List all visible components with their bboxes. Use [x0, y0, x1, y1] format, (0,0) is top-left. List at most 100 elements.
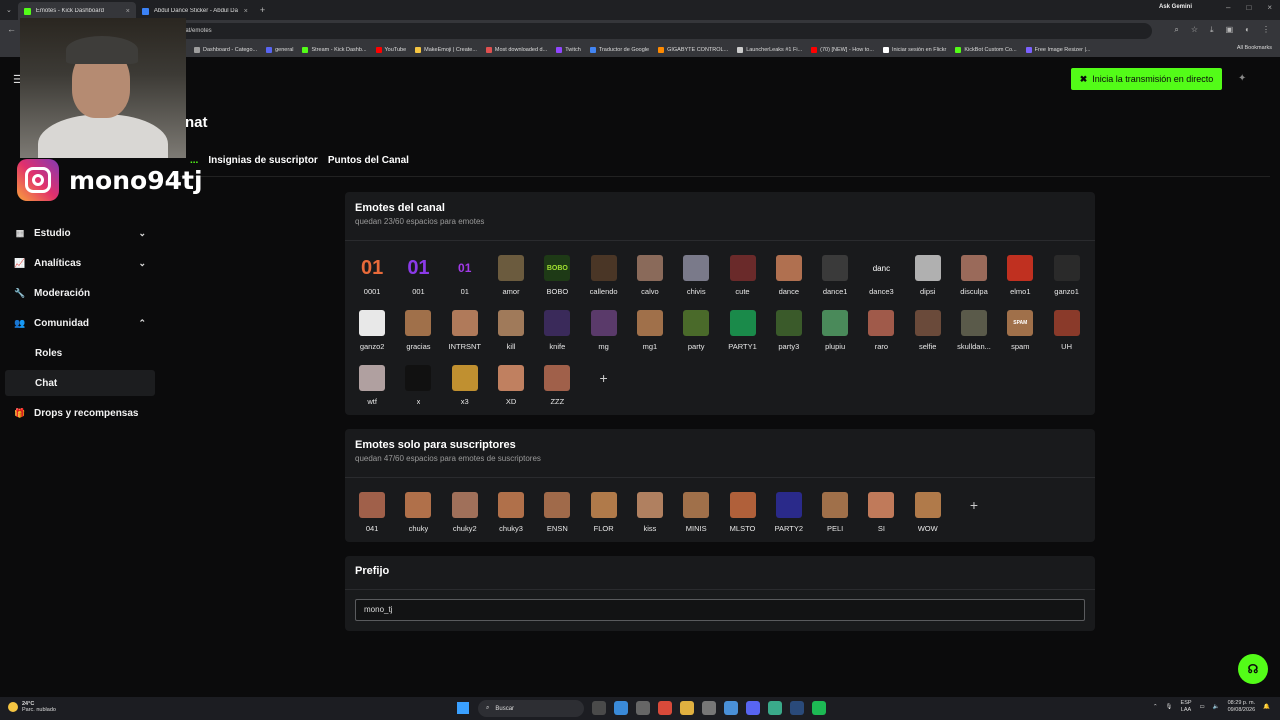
settings-app-icon[interactable]: [636, 701, 650, 715]
emote-ensn[interactable]: ENSN: [534, 480, 580, 535]
bookmark-item[interactable]: Most downloaded d...: [485, 46, 547, 53]
sidebar-item-estudio[interactable]: ▦ Estudio ⌄: [14, 222, 154, 244]
bookmark-item[interactable]: (70) [NEW] - How to...: [811, 46, 874, 53]
bookmark-item[interactable]: KickBot Custom Co...: [955, 46, 1017, 53]
emote-wtf[interactable]: wtf: [349, 353, 395, 408]
emote-dance1[interactable]: dance1: [812, 243, 858, 298]
emote-callendo[interactable]: callendo: [580, 243, 626, 298]
sidebar-item-roles[interactable]: Roles: [5, 340, 155, 366]
emote-intrsnt[interactable]: INTRSNT: [442, 298, 488, 353]
go-live-button[interactable]: ✖ Inicia la transmisión en directo: [1071, 68, 1222, 90]
emote-chivis[interactable]: chivis: [673, 243, 719, 298]
bookmark-item[interactable]: LauncherLeaks #1 Fi...: [737, 46, 802, 53]
sidebar-item-chat[interactable]: Chat: [5, 370, 155, 396]
emote-x[interactable]: x: [395, 353, 441, 408]
emote-mg[interactable]: mg: [580, 298, 626, 353]
back-icon[interactable]: ←: [7, 24, 16, 34]
emote-dance3[interactable]: danc dance3: [858, 243, 904, 298]
bookmark-item[interactable]: Traductor de Google: [589, 46, 649, 53]
url-field[interactable]: hat/emotes: [22, 23, 1152, 39]
minimize-icon[interactable]: –: [1226, 3, 1230, 12]
chrome-icon[interactable]: [724, 701, 738, 715]
app-icon[interactable]: [702, 701, 716, 715]
emote-zzz[interactable]: ZZZ: [534, 353, 580, 408]
sidebar-item-comunidad[interactable]: 👥 Comunidad ⌃: [14, 312, 154, 334]
emote-chuky2[interactable]: chuky2: [442, 480, 488, 535]
app-icon[interactable]: [768, 701, 782, 715]
zoom-icon[interactable]: ⌕: [1174, 25, 1178, 35]
emote-041[interactable]: 041: [349, 480, 395, 535]
bookmark-item[interactable]: Stream - Kick Dashb...: [302, 46, 367, 53]
taskbar-search[interactable]: ⌕ Buscar: [478, 700, 584, 717]
sidebar-item-drops[interactable]: 🎁 Drops y recompensas: [14, 402, 154, 424]
add-emote-button[interactable]: +: [951, 480, 997, 535]
pin-icon[interactable]: ✦: [1238, 73, 1246, 84]
emote-selfie[interactable]: selfie: [905, 298, 951, 353]
emote-chuky[interactable]: chuky: [395, 480, 441, 535]
emote-uh[interactable]: UH: [1043, 298, 1089, 353]
support-chat-button[interactable]: ☊: [1238, 654, 1268, 684]
steam-icon[interactable]: [790, 701, 804, 715]
bookmark-item[interactable]: general: [266, 46, 293, 53]
volume-icon[interactable]: 🔈: [1213, 704, 1220, 710]
emote-ganzo2[interactable]: ganzo2: [349, 298, 395, 353]
emote-peli[interactable]: PELI: [812, 480, 858, 535]
emote-minis[interactable]: MINIS: [673, 480, 719, 535]
profile-icon[interactable]: ◐: [1245, 25, 1250, 35]
bookmark-item[interactable]: MakeEmoji | Create...: [415, 46, 477, 53]
language-indicator[interactable]: ESP LAA: [1181, 700, 1192, 714]
edge-icon[interactable]: [614, 701, 628, 715]
folder-icon[interactable]: [680, 701, 694, 715]
bookmark-item[interactable]: Free Image Resizer |...: [1025, 46, 1090, 53]
bookmark-item[interactable]: Dashboard - Catego...: [194, 46, 257, 53]
mic-icon[interactable]: 🎙: [1166, 704, 1173, 710]
emote-chuky3[interactable]: chuky3: [488, 480, 534, 535]
close-icon[interactable]: ×: [126, 8, 130, 15]
task-view-icon[interactable]: [592, 701, 606, 715]
emote-bobo[interactable]: BOBO BOBO: [534, 243, 580, 298]
tab-channel-points[interactable]: Puntos del Canal: [328, 155, 409, 166]
bookmark-item[interactable]: Iniciar sesión en Flickr: [882, 46, 946, 53]
emote-elmo1[interactable]: elmo1: [997, 243, 1043, 298]
new-tab-button[interactable]: +: [260, 5, 265, 15]
sidebar-item-analiticas[interactable]: 📈 Analíticas ⌄: [14, 252, 154, 274]
emote-calvo[interactable]: calvo: [627, 243, 673, 298]
emote-001[interactable]: 01 001: [395, 243, 441, 298]
emote-0001[interactable]: 01 0001: [349, 243, 395, 298]
emote-x3[interactable]: x3: [442, 353, 488, 408]
close-icon[interactable]: ×: [244, 8, 248, 15]
tab-list-chevron-icon[interactable]: ⌄: [6, 6, 12, 14]
all-bookmarks-button[interactable]: All Bookmarks: [1237, 45, 1272, 51]
discord-icon[interactable]: [746, 701, 760, 715]
emote-party1[interactable]: PARTY1: [719, 298, 765, 353]
emote-mg1[interactable]: mg1: [627, 298, 673, 353]
emote-flor[interactable]: FLOR: [580, 480, 626, 535]
emote-wow[interactable]: WOW: [905, 480, 951, 535]
bookmark-star-icon[interactable]: ☆: [1191, 25, 1198, 35]
emote-knife[interactable]: knife: [534, 298, 580, 353]
emote-party2[interactable]: PARTY2: [766, 480, 812, 535]
emote-cute[interactable]: cute: [719, 243, 765, 298]
emote-mlsto[interactable]: MLSTO: [719, 480, 765, 535]
bookmark-item[interactable]: GIGABYTE CONTROL...: [658, 46, 728, 53]
prefix-input[interactable]: mono_tj: [355, 599, 1085, 621]
emote-raro[interactable]: raro: [858, 298, 904, 353]
bookmark-item[interactable]: Twitch: [556, 46, 581, 53]
spotify-icon[interactable]: [812, 701, 826, 715]
emote-skulldan[interactable]: skulldan...: [951, 298, 997, 353]
emote-party3[interactable]: party3: [766, 298, 812, 353]
emote-01[interactable]: 01 01: [442, 243, 488, 298]
network-icon[interactable]: ▭: [1200, 704, 1205, 710]
maximize-icon[interactable]: □: [1246, 3, 1251, 12]
emote-plupiu[interactable]: plupiu: [812, 298, 858, 353]
notification-icon[interactable]: 🔔: [1263, 704, 1270, 710]
tab-subscriber-badges[interactable]: Insignias de suscriptor: [208, 155, 317, 166]
menu-dots-icon[interactable]: ⋮: [1262, 25, 1270, 35]
emote-dipsi[interactable]: dipsi: [905, 243, 951, 298]
emote-kiss[interactable]: kiss: [627, 480, 673, 535]
chevron-up-icon[interactable]: ⌃: [1153, 704, 1158, 710]
clock[interactable]: 08:29 p. m. 09/08/2026: [1228, 700, 1256, 714]
bookmark-item[interactable]: YouTube: [375, 46, 406, 53]
emote-dance[interactable]: dance: [766, 243, 812, 298]
emote-disculpa[interactable]: disculpa: [951, 243, 997, 298]
